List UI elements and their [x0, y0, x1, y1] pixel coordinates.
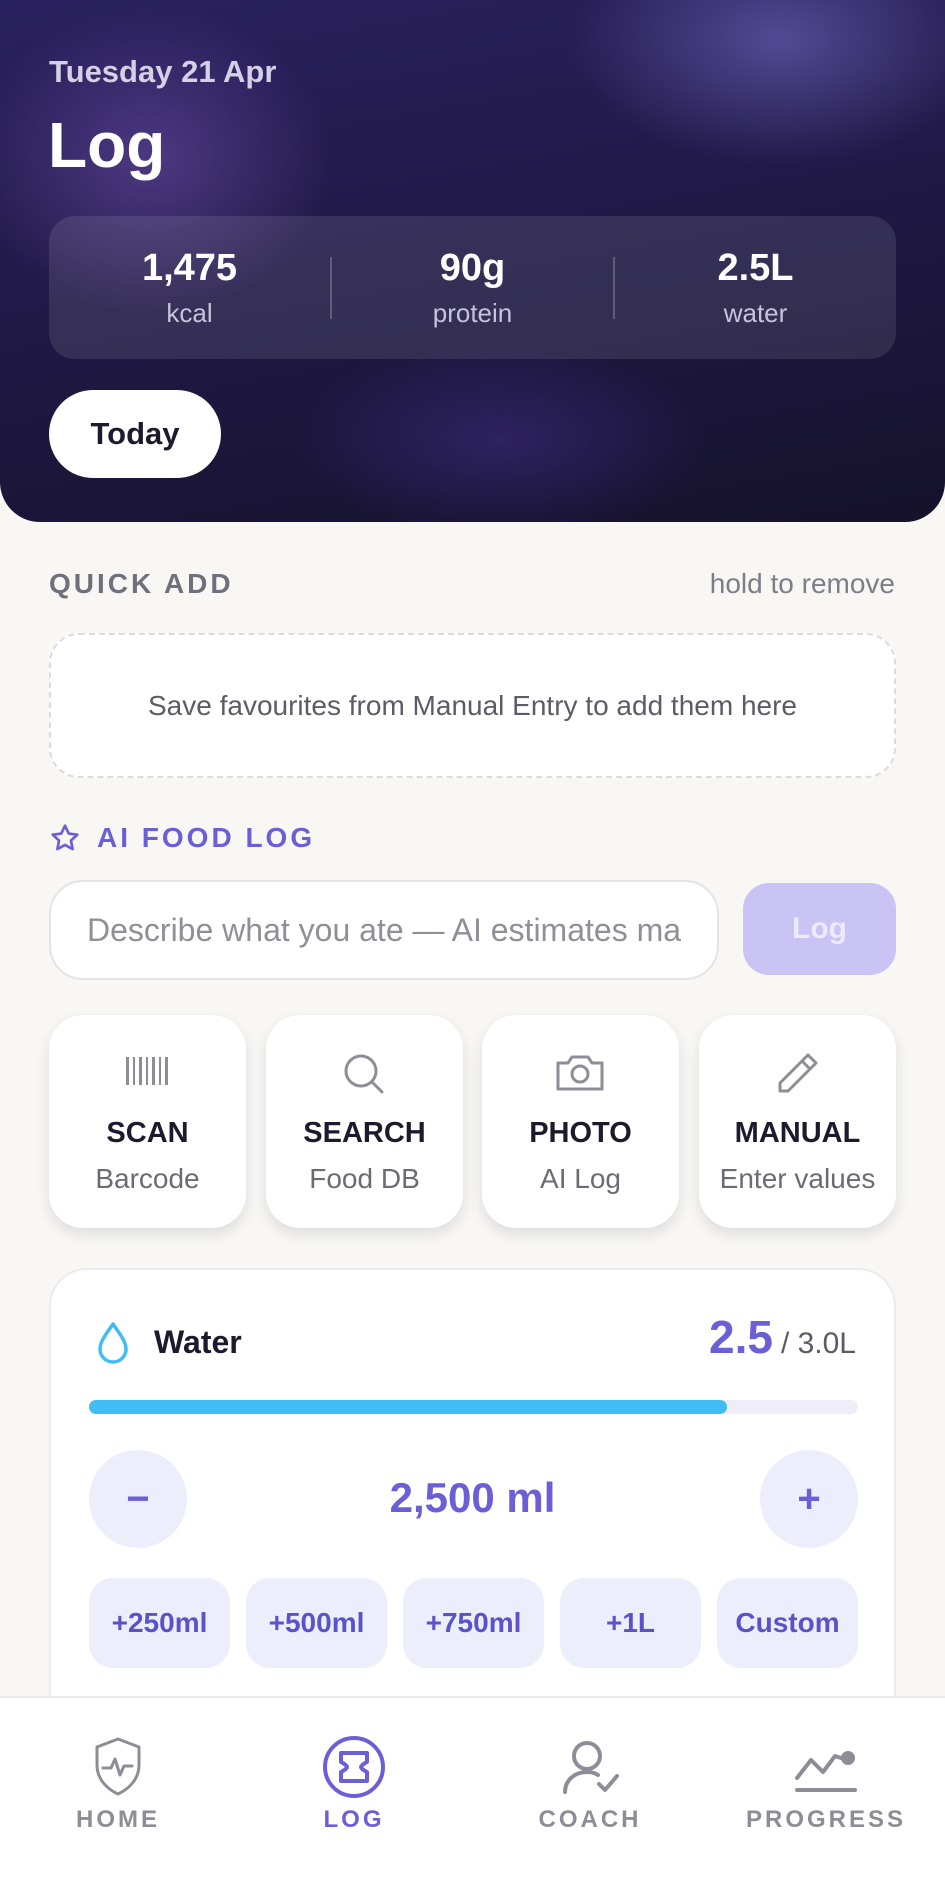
action-title: MANUAL: [734, 1117, 861, 1149]
photo-ai-log-button[interactable]: PHOTO AI Log: [482, 1015, 679, 1228]
water-chip-250ml[interactable]: +250ml: [89, 1578, 230, 1668]
water-card: Water 2.5 / 3.0L − 2,500 ml + +250ml +50…: [49, 1268, 896, 1748]
today-button[interactable]: Today: [49, 390, 221, 478]
log-circle-icon: [323, 1736, 385, 1798]
star-icon: [51, 824, 79, 851]
quick-add-empty-text: Save favourites from Manual Entry to add…: [148, 689, 797, 721]
water-chip-1l[interactable]: +1L: [560, 1578, 701, 1668]
header: Tuesday 21 Apr Log 1,475 kcal 90g protei…: [0, 0, 945, 522]
water-increment-button[interactable]: +: [760, 1450, 858, 1548]
action-title: PHOTO: [529, 1117, 632, 1149]
stat-label: kcal: [166, 297, 213, 328]
nav-item-coach[interactable]: COACH: [472, 1698, 708, 1888]
action-title: SCAN: [106, 1117, 189, 1149]
ai-food-log-title: AI FOOD LOG: [49, 822, 315, 854]
water-label: Water: [154, 1324, 242, 1360]
scan-barcode-button[interactable]: SCAN Barcode: [49, 1015, 246, 1228]
water-drop-icon: [98, 1322, 128, 1364]
stat-kcal: 1,475 kcal: [49, 247, 330, 329]
water-progress-fill: [89, 1400, 728, 1414]
ai-food-log-label: AI FOOD LOG: [97, 822, 316, 853]
manual-entry-button[interactable]: MANUAL Enter values: [699, 1015, 896, 1228]
nav-label: LOG: [323, 1806, 385, 1833]
action-subtitle: Food DB: [309, 1163, 420, 1194]
shield-heartbeat-icon: [95, 1737, 141, 1796]
stat-value: 90g: [439, 246, 506, 289]
nav-label: COACH: [538, 1806, 642, 1833]
camera-icon: [556, 1055, 604, 1091]
coach-icon: [563, 1741, 619, 1794]
water-goal: / 3.0L: [780, 1327, 856, 1360]
stat-value: 2.5L: [717, 246, 794, 289]
nav-item-log[interactable]: LOG: [236, 1698, 472, 1888]
water-current: 2.5: [708, 1311, 773, 1363]
search-food-button[interactable]: SEARCH Food DB: [266, 1015, 463, 1228]
action-title: SEARCH: [303, 1117, 426, 1149]
ai-food-input[interactable]: [49, 880, 719, 980]
action-subtitle: Enter values: [719, 1163, 876, 1194]
action-subtitle: Barcode: [95, 1163, 200, 1194]
water-amount: 2.5 / 3.0L: [709, 1310, 856, 1364]
date-label: Tuesday 21 Apr: [49, 54, 277, 89]
stat-water: 2.5L water: [615, 247, 896, 329]
log-button[interactable]: Log: [743, 883, 896, 975]
water-progress-track: [89, 1400, 858, 1414]
chart-icon: [795, 1751, 857, 1792]
quick-add-title: QUICK ADD: [49, 568, 234, 599]
page-title: Log: [48, 109, 166, 181]
quick-add-hint: hold to remove: [709, 568, 895, 599]
nav-item-home[interactable]: HOME: [0, 1698, 236, 1888]
bottom-navigation: HOME LOG COACH PROGRESS: [0, 1696, 945, 1888]
water-chip-custom[interactable]: Custom: [717, 1578, 858, 1668]
nav-item-progress[interactable]: PROGRESS: [708, 1698, 944, 1888]
search-icon: [344, 1054, 384, 1094]
quick-add-empty-state: Save favourites from Manual Entry to add…: [49, 633, 896, 778]
nav-label: PROGRESS: [745, 1806, 907, 1833]
stat-value: 1,475: [141, 246, 238, 289]
barcode-icon: [126, 1057, 168, 1085]
action-subtitle: AI Log: [540, 1163, 621, 1194]
stat-label: water: [723, 297, 788, 328]
stat-protein: 90g protein: [332, 247, 613, 329]
water-chip-750ml[interactable]: +750ml: [403, 1578, 544, 1668]
pencil-icon: [778, 1053, 818, 1093]
nav-label: HOME: [76, 1806, 160, 1833]
daily-stats: 1,475 kcal 90g protein 2.5L water: [49, 216, 896, 359]
water-chip-500ml[interactable]: +500ml: [246, 1578, 387, 1668]
stat-label: protein: [432, 297, 513, 328]
